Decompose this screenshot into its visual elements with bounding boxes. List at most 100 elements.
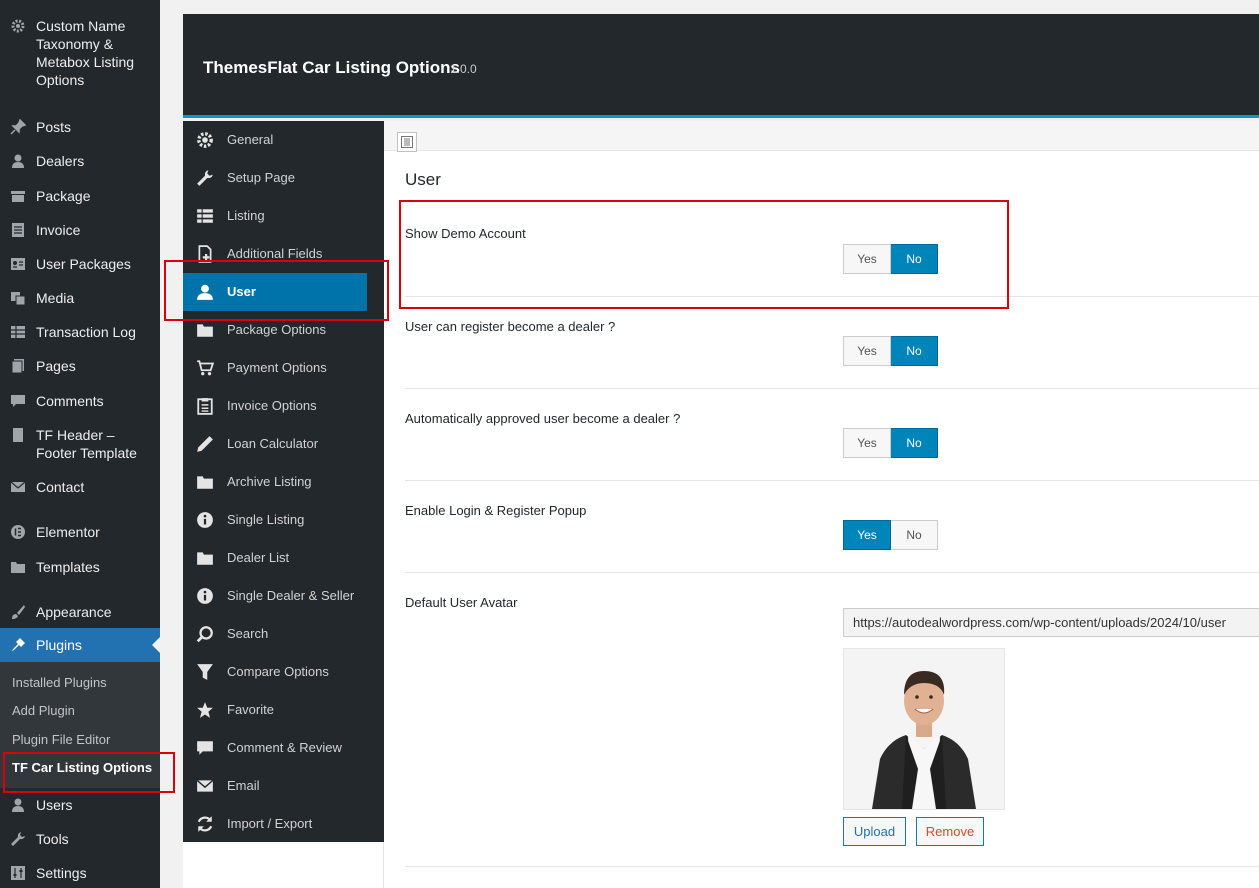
menu-item-label: Posts: [36, 119, 72, 135]
list-icon: [195, 206, 215, 226]
box-icon: [8, 187, 28, 205]
submenu-installed-plugins[interactable]: Installed Plugins: [12, 675, 107, 691]
toggle-yes-button[interactable]: Yes: [843, 520, 891, 550]
highlight-box-tf-car-listing: [3, 752, 175, 793]
menu-item-label: Settings: [36, 865, 87, 881]
comment-icon: [195, 738, 215, 758]
toggle-no-button[interactable]: No: [891, 336, 938, 366]
nav-item-label: Additional Fields: [227, 246, 323, 261]
option-label-auto-approve-dealer: Automatically approved user become a dea…: [405, 411, 681, 426]
pin-icon: [8, 118, 28, 136]
nav-item-loan-calculator[interactable]: Loan Calculator: [183, 425, 367, 463]
nav-item-label: Listing: [227, 208, 265, 223]
gear-icon: [195, 130, 215, 150]
folder-icon: [195, 320, 215, 340]
menu-item-label: Invoice: [36, 222, 81, 238]
toggle-no-button[interactable]: No: [891, 520, 938, 550]
nav-item-search[interactable]: Search: [183, 615, 367, 653]
upload-button[interactable]: Upload: [843, 817, 906, 846]
nav-item-label: Single Dealer & Seller: [227, 588, 355, 603]
table-icon: [8, 323, 28, 341]
search-icon: [195, 624, 215, 644]
avatar-url-field[interactable]: https://autodealwordpress.com/wp-content…: [843, 608, 1259, 637]
avatar-preview-image: [843, 648, 1005, 810]
nav-item-label: Archive Listing: [227, 474, 312, 489]
menu-item-label: Templates: [36, 559, 100, 575]
nav-item-label: Invoice Options: [227, 398, 317, 413]
submenu-add-plugin[interactable]: Add Plugin: [12, 703, 75, 719]
nav-item-payment-options[interactable]: Payment Options: [183, 349, 367, 387]
expand-options-button[interactable]: [397, 132, 417, 152]
nav-item-label: Email: [227, 778, 260, 793]
wrench-icon: [195, 168, 215, 188]
content-toolbar: [384, 121, 1259, 152]
comment-icon: [8, 392, 28, 410]
menu-item-label: Elementor: [36, 524, 100, 540]
toggle-auto-approve-dealer[interactable]: Yes No: [843, 428, 938, 458]
nav-item-general[interactable]: General: [183, 121, 367, 159]
refresh-icon: [195, 814, 215, 834]
nav-item-label: Dealer List: [227, 550, 290, 565]
nav-item-favorite[interactable]: Favorite: [183, 691, 367, 729]
nav-item-dealer-list[interactable]: Dealer List: [183, 539, 367, 577]
pencil-icon: [195, 434, 215, 454]
option-label-register-dealer: User can register become a dealer ?: [405, 319, 616, 334]
option-label-login-popup: Enable Login & Register Popup: [405, 503, 587, 518]
nav-item-single-dealer-seller[interactable]: Single Dealer & Seller: [183, 577, 367, 615]
nav-item-label: Favorite: [227, 702, 274, 717]
toggle-register-dealer[interactable]: Yes No: [843, 336, 938, 366]
nav-item-label: Payment Options: [227, 360, 327, 375]
nav-item-archive-listing[interactable]: Archive Listing: [183, 463, 367, 501]
nav-item-invoice-options[interactable]: Invoice Options: [183, 387, 367, 425]
submenu-plugin-file-editor[interactable]: Plugin File Editor: [12, 732, 110, 748]
menu-item-label: Comments: [36, 393, 104, 409]
menu-item-label: Custom Name Taxonomy & Metabox Listing O…: [36, 18, 135, 88]
nav-item-single-listing[interactable]: Single Listing: [183, 501, 367, 539]
menu-item-label: Tools: [36, 831, 69, 847]
highlight-box-user-nav: [164, 260, 389, 321]
sliders-icon: [8, 864, 28, 882]
info-icon: [195, 510, 215, 530]
toggle-no-button[interactable]: No: [891, 428, 938, 458]
nav-item-email[interactable]: Email: [183, 767, 367, 805]
menu-item-label: Transaction Log: [36, 324, 136, 340]
mail-icon: [8, 478, 28, 496]
plug-icon: [8, 636, 28, 654]
divider: [405, 572, 1259, 573]
divider: [405, 866, 1259, 867]
menu-item-tf-header-footer[interactable]: TF Header – Footer Template: [0, 426, 160, 462]
nav-footer-area: [183, 842, 384, 888]
option-label-default-avatar: Default User Avatar: [405, 595, 518, 610]
nav-item-label: Package Options: [227, 322, 327, 337]
menu-item-custom-taxonomy[interactable]: Custom Name Taxonomy & Metabox Listing O…: [0, 17, 160, 91]
options-nav: General Setup Page Listing Additional Fi…: [183, 121, 384, 842]
nav-item-label: Comment & Review: [227, 740, 342, 755]
nav-item-listing[interactable]: Listing: [183, 197, 367, 235]
highlight-box-demo-account: [399, 200, 1009, 309]
toggle-yes-button[interactable]: Yes: [843, 428, 891, 458]
nav-item-setup-page[interactable]: Setup Page: [183, 159, 367, 197]
filter-icon: [195, 662, 215, 682]
nav-item-import-export[interactable]: Import / Export: [183, 805, 367, 843]
clipboard-icon: [195, 396, 215, 416]
divider: [405, 480, 1259, 481]
plugin-version: 1.0.0: [450, 62, 477, 76]
id-card-icon: [8, 255, 28, 273]
nav-item-comment-review[interactable]: Comment & Review: [183, 729, 367, 767]
menu-item-label: Contact: [36, 479, 85, 495]
star-icon: [195, 700, 215, 720]
pages-icon: [8, 357, 28, 375]
remove-button[interactable]: Remove: [916, 817, 984, 846]
page-icon: [8, 426, 28, 444]
nav-item-label: Single Listing: [227, 512, 305, 527]
toggle-yes-button[interactable]: Yes: [843, 336, 891, 366]
toggle-login-popup[interactable]: Yes No: [843, 520, 938, 550]
nav-item-label: General: [227, 132, 274, 147]
menu-item-plugins[interactable]: Plugins: [0, 628, 160, 662]
media-icon: [8, 289, 28, 307]
nav-item-compare-options[interactable]: Compare Options: [183, 653, 367, 691]
mail-icon: [195, 776, 215, 796]
brush-icon: [8, 603, 28, 621]
menu-item-label: User Packages: [36, 256, 131, 272]
section-title: User: [405, 170, 441, 189]
